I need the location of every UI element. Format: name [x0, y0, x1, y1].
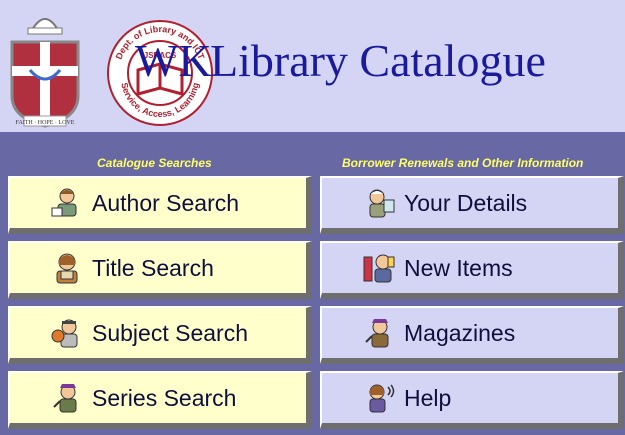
title-prefix: WK: [135, 35, 212, 86]
help-label: Help: [404, 384, 452, 411]
new-items-icon: [363, 254, 395, 283]
new-items-label: New Items: [404, 254, 513, 281]
author-search-button[interactable]: Author Search: [8, 176, 312, 234]
title-search-label: Title Search: [92, 254, 214, 281]
series-search-label: Series Search: [92, 384, 237, 411]
author-search-label: Author Search: [92, 189, 240, 216]
help-button[interactable]: Help: [320, 371, 624, 429]
subject-search-label: Subject Search: [92, 319, 248, 346]
school-crest-icon: FAITH · HOPE · LOVE: [10, 18, 80, 128]
title-search-button[interactable]: Title Search: [8, 241, 312, 299]
page-title: Library Catalogue: [210, 35, 546, 86]
svg-text:FAITH · HOPE · LOVE: FAITH · HOPE · LOVE: [16, 120, 75, 126]
borrower-info-heading: Borrower Renewals and Other Information: [342, 156, 584, 170]
new-items-button[interactable]: New Items: [320, 241, 624, 299]
magazines-button[interactable]: Magazines: [320, 306, 624, 364]
help-icon: [369, 384, 395, 413]
reader-icon: [56, 253, 78, 284]
magazines-label: Magazines: [404, 319, 516, 346]
subject-icon: [51, 319, 78, 348]
magazines-icon: [365, 319, 389, 348]
details-icon: [369, 189, 395, 218]
your-details-label: Your Details: [404, 189, 528, 216]
catalogue-searches-heading: Catalogue Searches: [97, 156, 212, 170]
your-details-button[interactable]: Your Details: [320, 176, 624, 234]
header: FAITH · HOPE · LOVE Dept. of Library and…: [0, 0, 625, 132]
subject-search-button[interactable]: Subject Search: [8, 306, 312, 364]
series-icon: [53, 384, 77, 413]
series-search-button[interactable]: Series Search: [8, 371, 312, 429]
author-icon: [51, 188, 77, 217]
